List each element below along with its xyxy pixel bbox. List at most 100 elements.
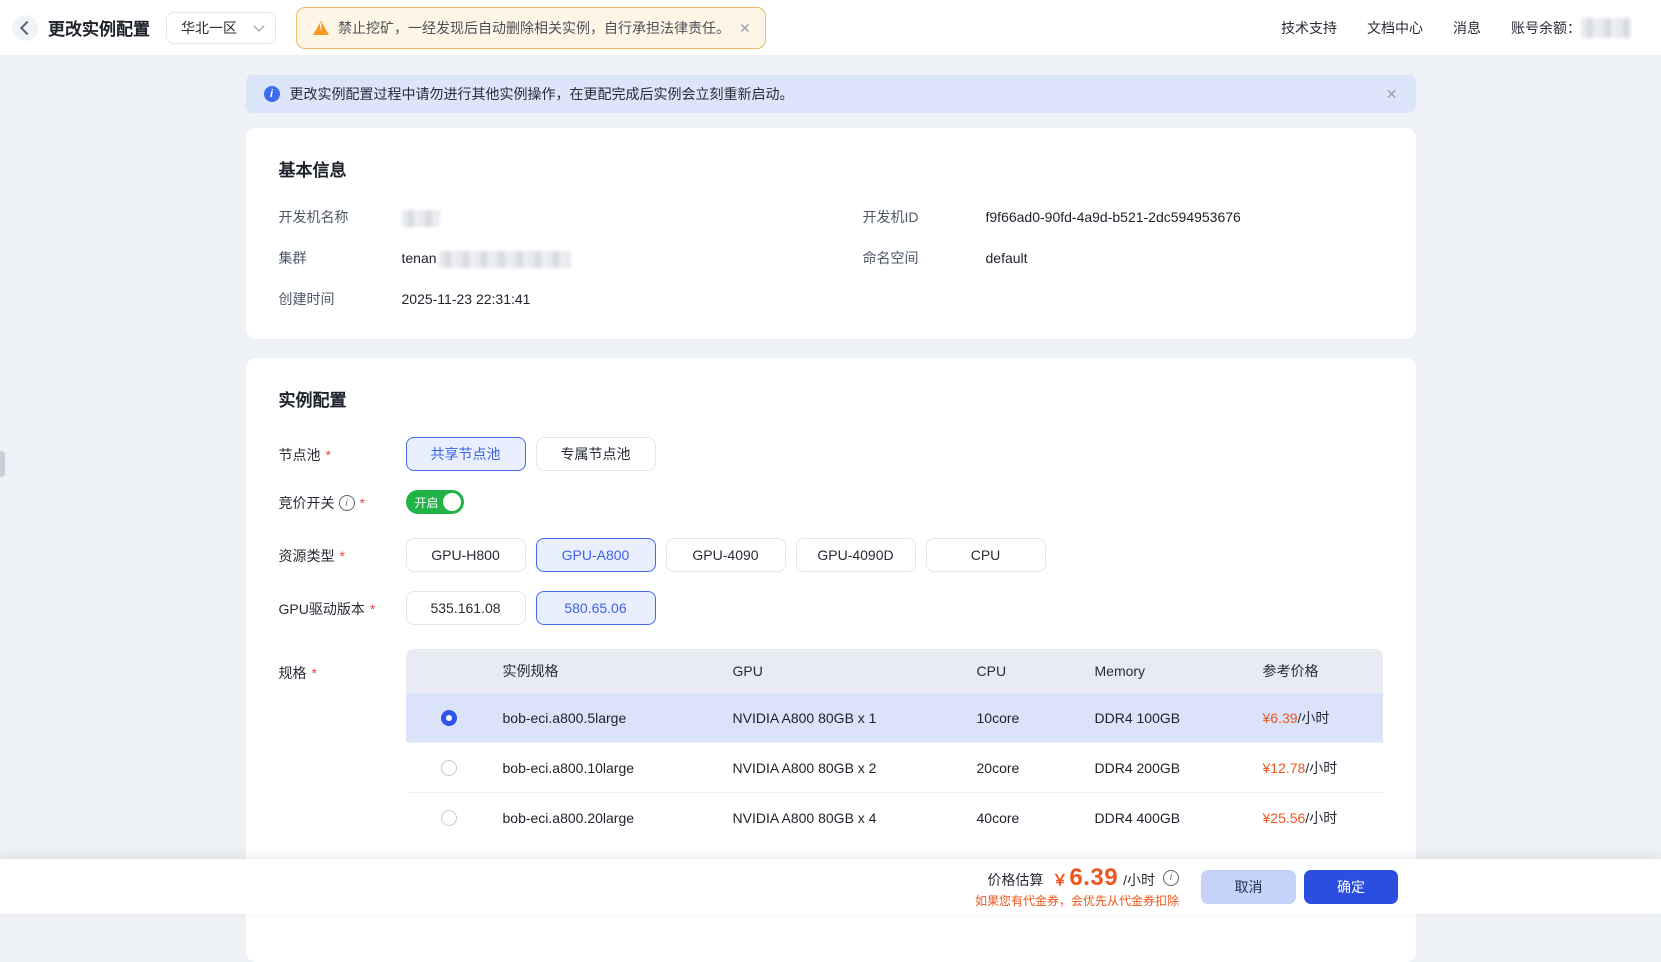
gpu-driver-label-text: GPU驱动版本	[279, 599, 365, 619]
cell-price: ¥6.39/小时	[1263, 708, 1383, 728]
radio-unselected[interactable]	[441, 760, 457, 776]
basic-info-grid: 开发机名称 开发机ID f9f66ad0-90fd-4a9d-b521-2dc5…	[279, 207, 1383, 309]
price-info-icon[interactable]	[1163, 870, 1179, 886]
table-row-a800-20large[interactable]: bob-eci.a800.20large NVIDIA A800 80GB x …	[406, 792, 1383, 842]
spot-toggle[interactable]: 开启	[406, 490, 464, 514]
cell-cpu: 40core	[977, 810, 1095, 826]
resource-option-gpu-a800[interactable]: GPU-A800	[536, 538, 656, 572]
back-button[interactable]	[12, 15, 38, 41]
created-time-label: 创建时间	[279, 289, 402, 309]
cell-price: ¥25.56/小时	[1263, 808, 1383, 828]
top-header: 更改实例配置 华北一区 禁止挖矿，一经发现后自动删除相关实例，自行承担法律责任。…	[0, 0, 1661, 56]
node-pool-label: 节点池 *	[279, 437, 406, 465]
field-machine-name: 开发机名称	[279, 207, 863, 227]
price-estimate-line: 价格估算 ￥ 6.39 /小时	[975, 864, 1179, 892]
gpu-driver-label: GPU驱动版本*	[279, 591, 406, 619]
header-nav: 技术支持 文档中心 消息 账号余额：	[1281, 18, 1631, 38]
resource-type-options: GPU-H800 GPU-A800 GPU-4090 GPU-4090D CPU	[406, 538, 1046, 572]
nav-messages[interactable]: 消息	[1453, 18, 1481, 38]
radio-unselected[interactable]	[441, 810, 457, 826]
driver-option-535[interactable]: 535.161.08	[406, 591, 526, 625]
cell-cpu: 10core	[977, 710, 1095, 726]
drawer-handle[interactable]	[0, 451, 5, 477]
resource-option-gpu-4090d[interactable]: GPU-4090D	[796, 538, 916, 572]
spec-table: 实例规格 GPU CPU Memory 参考价格 bob-eci.a800.5l…	[406, 649, 1383, 842]
driver-option-580[interactable]: 580.65.06	[536, 591, 656, 625]
cell-price: ¥12.78/小时	[1263, 758, 1383, 778]
chevron-left-icon	[19, 20, 33, 34]
cell-gpu: NVIDIA A800 80GB x 1	[733, 710, 977, 726]
spec-row: 规格* 实例规格 GPU CPU Memory 参考价格 bob-eci.a80…	[279, 649, 1383, 842]
resource-option-cpu[interactable]: CPU	[926, 538, 1046, 572]
cell-spec: bob-eci.a800.20large	[503, 810, 733, 826]
cell-memory: DDR4 200GB	[1095, 760, 1263, 776]
node-pool-label-text: 节点池	[279, 445, 321, 465]
cluster-label: 集群	[279, 248, 402, 268]
nav-doc-center[interactable]: 文档中心	[1367, 18, 1423, 38]
instance-config-title: 实例配置	[279, 386, 1383, 411]
header-memory: Memory	[1095, 663, 1263, 679]
action-footer: 价格估算 ￥ 6.39 /小时 如果您有代金券，会优先从代金券扣除 取消 确定	[0, 859, 1661, 914]
region-select[interactable]: 华北一区	[166, 12, 276, 44]
account-balance-redacted	[1581, 18, 1631, 38]
price-unit: /小时	[1123, 872, 1155, 888]
price-value: ¥6.39	[1263, 710, 1298, 726]
cell-gpu: NVIDIA A800 80GB x 2	[733, 760, 977, 776]
required-asterisk: *	[326, 447, 331, 463]
spot-info-icon[interactable]	[339, 495, 355, 511]
chevron-down-icon	[253, 20, 264, 31]
required-asterisk: *	[360, 495, 365, 511]
header-cpu: CPU	[977, 663, 1095, 679]
notice-close-icon[interactable]	[1386, 87, 1398, 101]
nav-tech-support[interactable]: 技术支持	[1281, 18, 1337, 38]
confirm-button[interactable]: 确定	[1304, 870, 1398, 904]
machine-id-label: 开发机ID	[863, 207, 986, 227]
page-title: 更改实例配置	[48, 15, 150, 40]
notice-text: 更改实例配置过程中请勿进行其他实例操作，在更配完成后实例会立刻重新启动。	[290, 84, 794, 104]
table-row-a800-10large[interactable]: bob-eci.a800.10large NVIDIA A800 80GB x …	[406, 742, 1383, 792]
price-unit: /小时	[1305, 810, 1337, 826]
node-pool-option-dedicated[interactable]: 专属节点池	[536, 437, 656, 471]
cancel-button[interactable]: 取消	[1201, 870, 1296, 904]
radio-selected[interactable]	[441, 710, 457, 726]
price-unit: /小时	[1305, 760, 1337, 776]
basic-info-title: 基本信息	[279, 156, 1383, 181]
cluster-value-redacted	[439, 251, 571, 268]
gpu-driver-options: 535.161.08 580.65.06	[406, 591, 656, 625]
namespace-label: 命名空间	[863, 248, 986, 268]
price-value: ¥25.56	[1263, 810, 1306, 826]
warning-close-icon[interactable]	[739, 21, 751, 35]
spot-toggle-state: 开启	[415, 494, 439, 511]
price-unit: /小时	[1298, 710, 1330, 726]
main-content: 更改实例配置过程中请勿进行其他实例操作，在更配完成后实例会立刻重新启动。 基本信…	[246, 75, 1416, 962]
price-estimate: 价格估算 ￥ 6.39 /小时 如果您有代金券，会优先从代金券扣除	[975, 864, 1179, 908]
gpu-driver-row: GPU驱动版本* 535.161.08 580.65.06	[279, 591, 1383, 625]
cell-spec: bob-eci.a800.10large	[503, 760, 733, 776]
machine-name-redacted	[402, 210, 440, 227]
spot-switch-label-text: 竞价开关	[279, 493, 335, 513]
cell-memory: DDR4 400GB	[1095, 810, 1263, 826]
resource-option-gpu-4090[interactable]: GPU-4090	[666, 538, 786, 572]
table-row-a800-5large[interactable]: bob-eci.a800.5large NVIDIA A800 80GB x 1…	[406, 693, 1383, 742]
field-cluster: 集群 tenan	[279, 248, 863, 268]
resource-type-row: 资源类型* GPU-H800 GPU-A800 GPU-4090 GPU-409…	[279, 538, 1383, 572]
estimated-price: 6.39	[1069, 864, 1118, 892]
field-namespace: 命名空间 default	[863, 248, 1383, 268]
cell-memory: DDR4 100GB	[1095, 710, 1263, 726]
region-select-value: 华北一区	[181, 18, 237, 38]
node-pool-option-shared[interactable]: 共享节点池	[406, 437, 526, 471]
spot-switch-row: 竞价开关 * 开启	[279, 490, 1383, 514]
required-asterisk: *	[312, 665, 317, 681]
toggle-knob	[443, 493, 461, 511]
resource-option-gpu-h800[interactable]: GPU-H800	[406, 538, 526, 572]
required-asterisk: *	[340, 548, 345, 564]
warning-icon	[313, 21, 329, 35]
cell-spec: bob-eci.a800.5large	[503, 710, 733, 726]
account-balance-label: 账号余额：	[1511, 18, 1581, 38]
header-price: 参考价格	[1263, 661, 1383, 681]
spec-label: 规格*	[279, 649, 406, 683]
resource-type-label: 资源类型*	[279, 538, 406, 566]
field-created-time: 创建时间 2025-11-23 22:31:41	[279, 289, 863, 309]
mining-warning-banner: 禁止挖矿，一经发现后自动删除相关实例，自行承担法律责任。	[296, 7, 766, 49]
price-value: ¥12.78	[1263, 760, 1306, 776]
